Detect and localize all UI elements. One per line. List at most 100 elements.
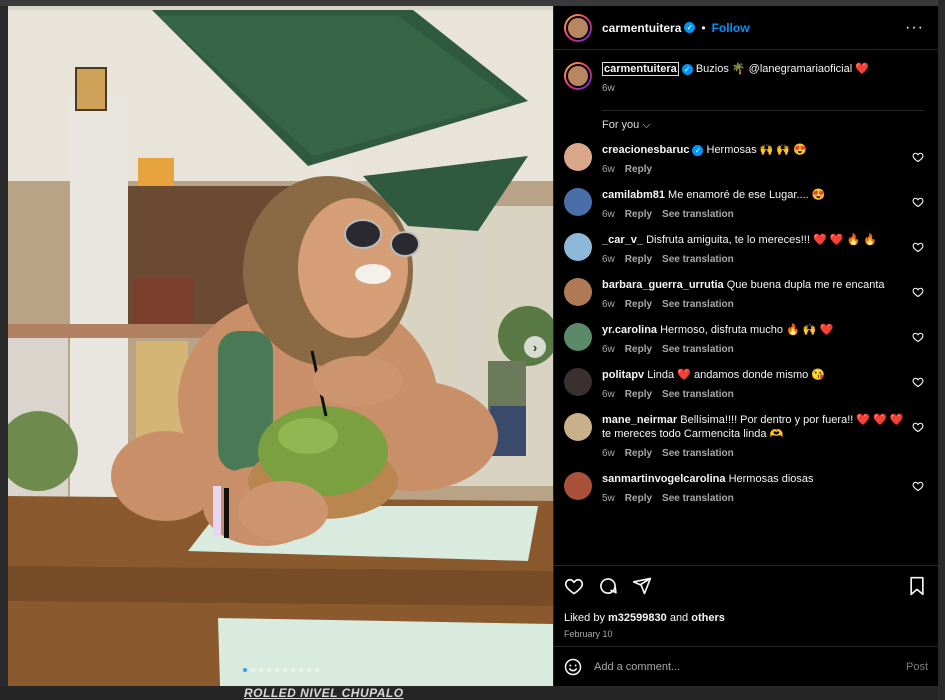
save-bookmark-icon[interactable] bbox=[908, 576, 926, 596]
like-heart-icon[interactable] bbox=[564, 576, 584, 596]
see-translation-button[interactable]: See translation bbox=[662, 447, 734, 461]
caption-author-username[interactable]: carmentuitera bbox=[602, 62, 679, 76]
reply-button[interactable]: Reply bbox=[625, 298, 652, 312]
see-translation-button[interactable]: See translation bbox=[662, 492, 734, 506]
reply-button[interactable]: Reply bbox=[625, 163, 652, 177]
commenter-avatar[interactable] bbox=[564, 188, 592, 216]
comment-like-heart-icon[interactable] bbox=[912, 151, 924, 163]
comment-text: Que buena dupla me re encanta bbox=[726, 279, 885, 291]
comment-timestamp[interactable]: 6w bbox=[602, 253, 615, 267]
commenter-username[interactable]: politapv bbox=[602, 369, 644, 381]
reply-button[interactable]: Reply bbox=[625, 208, 652, 222]
commenter-avatar[interactable] bbox=[564, 368, 592, 396]
backdrop-post-caption: ROLLED NIVEL CHUPALO bbox=[244, 686, 404, 700]
comment-like-heart-icon[interactable] bbox=[912, 331, 924, 343]
commenter-avatar[interactable] bbox=[564, 233, 592, 261]
comment-like-heart-icon[interactable] bbox=[912, 196, 924, 208]
carousel-dot bbox=[283, 668, 287, 672]
add-comment-bar: Add a comment... Post bbox=[554, 646, 938, 686]
author-avatar[interactable] bbox=[564, 13, 592, 42]
commenter-avatar[interactable] bbox=[564, 323, 592, 351]
comment-text: Me enamoré de ese Lugar.... 😍 bbox=[668, 189, 826, 201]
comment-like-heart-icon[interactable] bbox=[912, 421, 924, 433]
see-translation-button[interactable]: See translation bbox=[662, 253, 734, 267]
comment-timestamp[interactable]: 6w bbox=[602, 388, 615, 402]
commenter-avatar[interactable] bbox=[564, 472, 592, 500]
post-caption: carmentuitera ✓ Buzios 🌴 @lanegramariaofi… bbox=[564, 50, 924, 96]
backdrop-right bbox=[938, 0, 945, 700]
commenter-username[interactable]: barbara_guerra_urrutia bbox=[602, 279, 724, 291]
more-options-icon[interactable]: ··· bbox=[905, 19, 924, 37]
commenter-avatar[interactable] bbox=[564, 413, 592, 441]
comment-timestamp[interactable]: 6w bbox=[602, 298, 615, 312]
photo-illustration bbox=[8, 6, 553, 686]
comment-item: creacionesbaruc ✓ Hermosas 🙌 🙌 😍 6w Reply bbox=[564, 143, 924, 177]
commenter-avatar[interactable] bbox=[564, 278, 592, 306]
see-translation-button[interactable]: See translation bbox=[662, 298, 734, 312]
follow-button[interactable]: Follow bbox=[712, 21, 750, 35]
comment-timestamp[interactable]: 6w bbox=[602, 163, 615, 177]
reply-button[interactable]: Reply bbox=[625, 253, 652, 267]
caption-timestamp[interactable]: 6w bbox=[602, 81, 869, 96]
commenter-username[interactable]: sanmartinvogelcarolina bbox=[602, 473, 726, 485]
post-comment-button[interactable]: Post bbox=[906, 661, 928, 673]
comment-timestamp[interactable]: 5w bbox=[602, 492, 615, 506]
reply-button[interactable]: Reply bbox=[625, 388, 652, 402]
comment-timestamp[interactable]: 6w bbox=[602, 343, 615, 357]
comment-item: _car_v_ Disfruta amiguita, te lo mereces… bbox=[564, 233, 924, 267]
carousel-dot bbox=[267, 668, 271, 672]
carousel-dot bbox=[259, 668, 263, 672]
comment-timestamp[interactable]: 6w bbox=[602, 447, 615, 461]
post-date[interactable]: February 10 bbox=[564, 629, 926, 639]
add-comment-input[interactable]: Add a comment... bbox=[594, 661, 680, 673]
comment-text: Disfruta amiguita, te lo mereces!!! ❤️ ❤… bbox=[646, 234, 877, 246]
comment-timestamp[interactable]: 6w bbox=[602, 208, 615, 222]
reply-button[interactable]: Reply bbox=[625, 492, 652, 506]
commenter-username[interactable]: creacionesbaruc bbox=[602, 144, 689, 156]
caption-author-avatar[interactable] bbox=[564, 62, 592, 90]
liked-by-prefix: Liked by bbox=[564, 612, 609, 624]
emoji-icon[interactable] bbox=[564, 658, 582, 676]
post-side-panel: carmentuitera ✓ • Follow ··· carmentuite… bbox=[553, 6, 938, 686]
backdrop-bottom bbox=[0, 686, 945, 700]
carousel-dot bbox=[251, 668, 255, 672]
see-translation-button[interactable]: See translation bbox=[662, 343, 734, 357]
post-photo: › bbox=[8, 6, 553, 686]
liked-by-user[interactable]: m32599830 bbox=[608, 612, 667, 624]
see-translation-button[interactable]: See translation bbox=[662, 388, 734, 402]
comment-item: mane_neirmar Bellísima!!!! Por dentro y … bbox=[564, 413, 924, 461]
commenter-username[interactable]: yr.carolina bbox=[602, 324, 657, 336]
commenter-avatar[interactable] bbox=[564, 143, 592, 171]
reply-button[interactable]: Reply bbox=[625, 447, 652, 461]
comment-like-heart-icon[interactable] bbox=[912, 286, 924, 298]
commenter-username[interactable]: mane_neirmar bbox=[602, 414, 677, 426]
comment-sort-dropdown[interactable]: For you ⌵ bbox=[602, 119, 924, 132]
carousel-dot bbox=[307, 668, 311, 672]
comment-like-heart-icon[interactable] bbox=[912, 241, 924, 253]
carousel-dot bbox=[291, 668, 295, 672]
reply-button[interactable]: Reply bbox=[625, 343, 652, 357]
verified-badge-icon: ✓ bbox=[684, 22, 696, 33]
comment-bubble-icon[interactable] bbox=[598, 576, 618, 596]
author-username[interactable]: carmentuitera bbox=[602, 21, 681, 35]
comment-like-heart-icon[interactable] bbox=[912, 376, 924, 388]
comment-item: yr.carolina Hermoso, disfruta mucho 🔥 🙌 … bbox=[564, 323, 924, 357]
liked-by-text: Liked by m32599830 and others bbox=[564, 612, 926, 624]
comment-item: politapv Linda ❤️ andamos donde mismo 😘 … bbox=[564, 368, 924, 402]
verified-badge-icon: ✓ bbox=[681, 63, 693, 75]
separator: • bbox=[701, 20, 706, 35]
comment-item: barbara_guerra_urrutia Que buena dupla m… bbox=[564, 278, 924, 312]
comments-list: creacionesbaruc ✓ Hermosas 🙌 🙌 😍 6w Reply… bbox=[564, 143, 924, 506]
liked-by-others[interactable]: others bbox=[691, 612, 725, 624]
commenter-username[interactable]: camilabm81 bbox=[602, 189, 665, 201]
post-actions: Liked by m32599830 and others February 1… bbox=[554, 565, 938, 639]
carousel-dot bbox=[243, 668, 247, 672]
carousel-next-button[interactable]: › bbox=[524, 336, 546, 358]
see-translation-button[interactable]: See translation bbox=[662, 208, 734, 222]
share-send-icon[interactable] bbox=[632, 576, 652, 596]
commenter-username[interactable]: _car_v_ bbox=[602, 234, 643, 246]
comment-text: Hermoso, disfruta mucho 🔥 🙌 ❤️ bbox=[660, 324, 834, 336]
comment-item: camilabm81 Me enamoré de ese Lugar.... 😍… bbox=[564, 188, 924, 222]
comment-like-heart-icon[interactable] bbox=[912, 480, 924, 492]
comments-scroll-area[interactable]: carmentuitera ✓ Buzios 🌴 @lanegramariaofi… bbox=[554, 50, 938, 565]
